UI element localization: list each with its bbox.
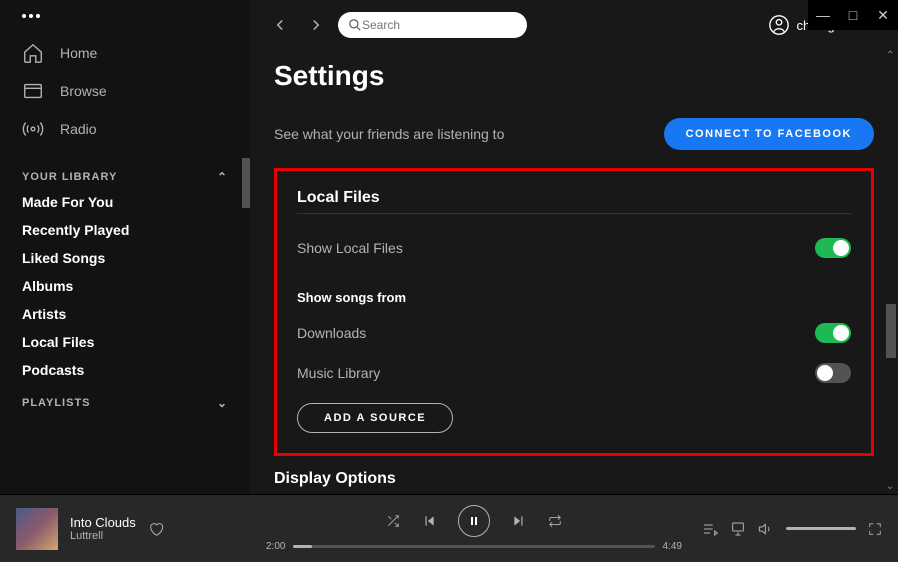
window-controls: — □ ✕ (808, 0, 898, 30)
now-playing: Into Clouds Luttrell (16, 508, 266, 550)
next-button[interactable] (512, 514, 526, 528)
main-content: chloegibbs ⌄ Settings See what your frie… (250, 0, 898, 562)
scroll-thumb[interactable] (886, 304, 896, 358)
local-files-section: Local Files Show Local Files Show songs … (274, 168, 874, 456)
user-icon (768, 14, 790, 36)
volume-icon[interactable] (758, 521, 774, 537)
sidebar-item-podcasts[interactable]: Podcasts (0, 356, 250, 384)
nav-home[interactable]: Home (0, 34, 250, 72)
nav-home-label: Home (60, 45, 97, 61)
nav-radio-label: Radio (60, 121, 97, 137)
downloads-toggle[interactable] (815, 323, 851, 343)
sidebar-scrollbar[interactable] (242, 158, 250, 208)
chevron-up-icon[interactable]: ⌃ (217, 170, 228, 184)
album-art[interactable] (16, 508, 58, 550)
music-library-toggle[interactable] (815, 363, 851, 383)
main-scrollbar[interactable]: ⌃ ⌄ (882, 50, 898, 562)
search-box[interactable] (338, 12, 527, 38)
playlists-heading: PLAYLISTS ⌄ (0, 384, 250, 414)
like-button[interactable] (148, 521, 164, 537)
track-artist[interactable]: Luttrell (70, 530, 136, 542)
fullscreen-button[interactable] (868, 522, 882, 536)
local-files-heading: Local Files (297, 189, 851, 207)
sidebar-item-liked-songs[interactable]: Liked Songs (0, 244, 250, 272)
sidebar: Home Browse Radio YOUR LIBRARY ⌃ Made Fo… (0, 0, 250, 562)
add-source-button[interactable]: ADD A SOURCE (297, 403, 453, 433)
library-heading: YOUR LIBRARY ⌃ (0, 158, 250, 188)
music-library-label: Music Library (297, 365, 380, 381)
display-options-heading: Display Options (274, 470, 874, 488)
connect-facebook-button[interactable]: CONNECT TO FACEBOOK (664, 118, 874, 150)
scroll-down-icon[interactable]: ⌄ (886, 481, 894, 492)
progress-bar[interactable] (293, 545, 654, 548)
friends-activity-text: See what your friends are listening to (274, 126, 504, 142)
divider (297, 213, 851, 214)
nav-browse-label: Browse (60, 83, 107, 99)
previous-button[interactable] (422, 514, 436, 528)
more-menu-button[interactable] (0, 14, 250, 18)
show-songs-from-heading: Show songs from (297, 290, 851, 305)
repeat-button[interactable] (548, 514, 562, 528)
page-title: Settings (274, 60, 874, 92)
elapsed-time: 2:00 (266, 541, 285, 552)
sidebar-item-local-files[interactable]: Local Files (0, 328, 250, 356)
show-local-files-toggle[interactable] (815, 238, 851, 258)
search-input[interactable] (362, 18, 517, 32)
volume-slider[interactable] (786, 527, 856, 530)
back-button[interactable] (266, 11, 294, 39)
sidebar-item-made-for-you[interactable]: Made For You (0, 188, 250, 216)
nav-radio[interactable]: Radio (0, 110, 250, 148)
shuffle-button[interactable] (386, 514, 400, 528)
sidebar-item-artists[interactable]: Artists (0, 300, 250, 328)
track-title[interactable]: Into Clouds (70, 515, 136, 530)
scroll-up-icon[interactable]: ⌃ (886, 50, 894, 61)
radio-icon (22, 118, 44, 140)
forward-button[interactable] (302, 11, 330, 39)
duration-time: 4:49 (663, 541, 682, 552)
close-button[interactable]: ✕ (868, 0, 898, 30)
sidebar-item-recently-played[interactable]: Recently Played (0, 216, 250, 244)
pause-button[interactable] (458, 505, 490, 537)
maximize-button[interactable]: □ (838, 0, 868, 30)
topbar: chloegibbs ⌄ (250, 0, 898, 50)
browse-icon (22, 80, 44, 102)
minimize-button[interactable]: — (808, 0, 838, 30)
nav-browse[interactable]: Browse (0, 72, 250, 110)
search-icon (348, 18, 362, 32)
sidebar-item-albums[interactable]: Albums (0, 272, 250, 300)
home-icon (22, 42, 44, 64)
devices-button[interactable] (730, 521, 746, 537)
queue-button[interactable] (702, 521, 718, 537)
player-bar: Into Clouds Luttrell 2:00 4:49 (0, 494, 898, 562)
downloads-label: Downloads (297, 325, 366, 341)
chevron-down-icon[interactable]: ⌄ (217, 396, 228, 410)
show-local-files-label: Show Local Files (297, 240, 403, 256)
